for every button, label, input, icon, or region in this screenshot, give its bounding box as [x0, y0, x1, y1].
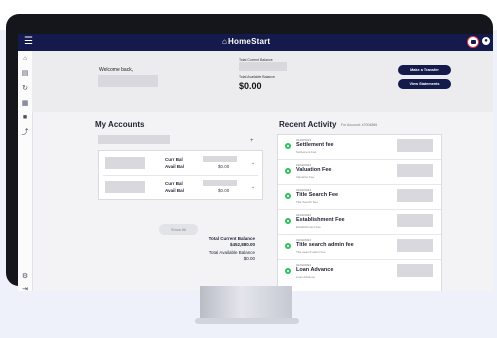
avail-bal-label: Avail Bal	[165, 164, 184, 169]
total-available-label: Total Available Balance	[239, 75, 275, 79]
top-bar: ☰ ⌂HomeStart ●	[18, 34, 493, 51]
messages-button[interactable]	[467, 36, 479, 48]
activity-name: Establishment Fee	[296, 217, 345, 223]
add-account-icon[interactable]: +	[250, 138, 254, 144]
activity-amount-redacted	[397, 239, 433, 252]
activity-amount-redacted	[397, 214, 433, 227]
activity-description: Title Search Fee	[296, 200, 318, 204]
activity-amount-redacted	[397, 164, 433, 177]
activity-item[interactable]: 01/02/2024 Establishment Fee Establishme…	[278, 210, 441, 235]
monitor-bezel: ☰ ⌂HomeStart ● ⌂ ▤ ↻ ▦ ■ ⤴ ⚙ ⇥ Welcome b…	[6, 14, 493, 291]
check-icon	[285, 268, 291, 274]
activity-item[interactable]: 01/02/2024 Valuation Fee Valuation Fee	[278, 160, 441, 185]
curr-bal-label: Curr Bal	[165, 181, 183, 186]
sidebar-sync-icon[interactable]: ↻	[21, 85, 29, 93]
sidebar-logout-icon[interactable]: ⇥	[21, 286, 29, 291]
sidebar-settings-icon[interactable]: ⚙	[21, 273, 29, 281]
my-accounts-title: My Accounts	[95, 120, 145, 129]
check-icon	[285, 218, 291, 224]
app-screen: ☰ ⌂HomeStart ● ⌂ ▤ ↻ ▦ ■ ⤴ ⚙ ⇥ Welcome b…	[18, 34, 493, 291]
account-name-redacted	[105, 157, 145, 169]
avail-bal-label: Avail Bal	[165, 188, 184, 193]
account-group-redacted	[98, 135, 170, 144]
total-available-balance-value: $0.00	[243, 256, 255, 261]
account-name-redacted	[105, 181, 145, 193]
activity-name: Settlement fee	[296, 142, 334, 148]
check-icon	[285, 243, 291, 249]
activity-description: Settlement Fee	[296, 150, 317, 154]
balance-header: Welcome back, Total Current Balance Tota…	[32, 51, 493, 112]
activity-amount-redacted	[397, 189, 433, 202]
account-row[interactable]: Curr Bal Avail Bal $0.00 ⌄	[103, 152, 258, 174]
make-transfer-button[interactable]: Make a Transfer	[398, 65, 451, 75]
activity-amount-redacted	[397, 264, 433, 277]
sidebar-home-icon[interactable]: ⌂	[21, 55, 29, 63]
activity-amount-redacted	[397, 139, 433, 152]
check-icon	[285, 168, 291, 174]
house-icon: ⌂	[222, 37, 228, 46]
curr-bal-redacted	[203, 180, 237, 186]
sidebar-document-icon[interactable]: ▤	[21, 70, 29, 78]
sidebar-chart-icon[interactable]: ⤴	[21, 129, 29, 137]
check-icon	[285, 193, 291, 199]
total-current-balance-value: $452,880.00	[229, 242, 255, 247]
sidebar-calculator-icon[interactable]: ▦	[21, 100, 29, 108]
show-all-button[interactable]: Show All	[159, 224, 198, 235]
app-title: HomeStart	[228, 37, 271, 46]
chevron-down-icon[interactable]: ⌄	[251, 160, 255, 166]
total-current-balance-label: Total Current Balance	[208, 236, 255, 241]
activity-description: Loan Advance	[296, 275, 316, 279]
total-current-value-redacted	[239, 62, 287, 71]
app-logo: ⌂HomeStart	[222, 37, 270, 46]
recent-activity-title: Recent Activity	[279, 120, 337, 129]
avail-bal-value: $0.00	[218, 188, 230, 193]
monitor-stand-base	[195, 318, 299, 324]
sidebar: ⌂ ▤ ↻ ▦ ■ ⤴ ⚙ ⇥	[18, 51, 33, 291]
user-icon[interactable]: ●	[482, 37, 490, 45]
activity-item[interactable]: 01/02/2024 Loan Advance Loan Advance	[278, 260, 441, 284]
activity-name: Loan Advance	[296, 267, 334, 273]
sidebar-folder-icon[interactable]: ■	[21, 114, 29, 122]
monitor-stand-neck	[200, 286, 292, 320]
activity-list: 01/02/2024 Settlement fee Settlement Fee…	[277, 134, 442, 291]
activity-description: Title search admin fee	[296, 250, 326, 254]
curr-bal-redacted	[203, 156, 237, 162]
activity-item[interactable]: 01/02/2024 Title Search Fee Title Search…	[278, 185, 441, 210]
activity-name: Title search admin fee	[296, 242, 354, 248]
accounts-list: Curr Bal Avail Bal $0.00 ⌄ Curr Bal Avai…	[98, 150, 263, 200]
total-available-balance-label: Total Available Balance	[208, 250, 255, 255]
avail-bal-value: $0.00	[218, 164, 230, 169]
curr-bal-label: Curr Bal	[165, 157, 183, 162]
envelope-icon	[470, 40, 476, 44]
recent-activity-account: For Account: 47004866	[341, 123, 378, 127]
activity-item[interactable]: 01/02/2024 Settlement fee Settlement Fee	[278, 135, 441, 160]
activity-name: Title Search Fee	[296, 192, 339, 198]
user-name-redacted	[98, 75, 158, 87]
account-row[interactable]: Curr Bal Avail Bal $0.00 ⌄	[103, 176, 258, 198]
activity-name: Valuation Fee	[296, 167, 332, 173]
hamburger-menu-icon[interactable]: ☰	[24, 36, 33, 48]
activity-description: Valuation Fee	[296, 175, 315, 179]
total-available-value: $0.00	[239, 81, 262, 91]
check-icon	[285, 143, 291, 149]
view-statements-button[interactable]: View Statements	[398, 79, 451, 89]
activity-description: Establishment Fee	[296, 225, 321, 229]
activity-item[interactable]: 01/02/2024 Title search admin fee Title …	[278, 235, 441, 260]
chevron-down-icon[interactable]: ⌄	[251, 184, 255, 190]
welcome-text: Welcome back,	[99, 67, 134, 73]
